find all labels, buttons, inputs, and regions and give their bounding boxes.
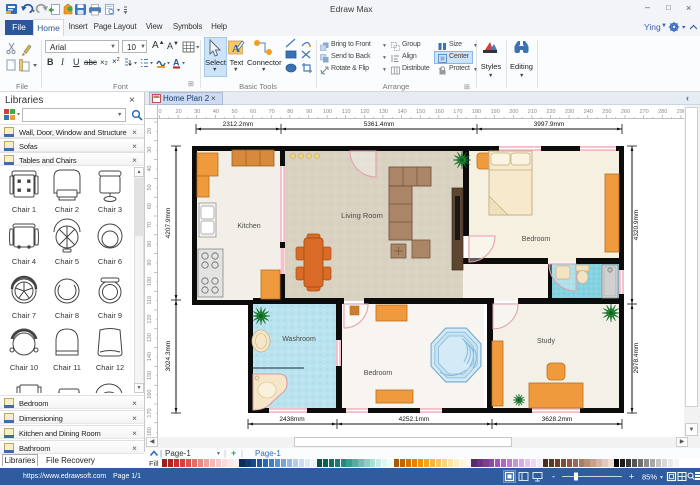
svg-text:0: 0: [158, 109, 161, 115]
svg-text:180: 180: [472, 109, 481, 115]
svg-text:110: 110: [342, 109, 351, 115]
svg-text:250: 250: [602, 109, 611, 115]
svg-text:70: 70: [147, 222, 153, 228]
svg-text:Kitchen: Kitchen: [237, 223, 260, 230]
svg-text:140: 140: [147, 352, 153, 361]
svg-text:240: 240: [584, 109, 593, 115]
svg-text:60: 60: [147, 203, 153, 209]
svg-text:230: 230: [565, 109, 574, 115]
svg-text:50: 50: [231, 109, 237, 115]
svg-text:2438mm: 2438mm: [279, 416, 304, 423]
svg-text:Chair 7: Chair 7: [12, 311, 36, 320]
svg-text:4252.1mm: 4252.1mm: [399, 416, 430, 423]
svg-text:80: 80: [287, 109, 293, 115]
svg-text:3628.2mm: 3628.2mm: [542, 416, 573, 423]
svg-text:Chair 9: Chair 9: [98, 311, 122, 320]
svg-text:Study: Study: [537, 338, 555, 345]
svg-text:100: 100: [147, 277, 153, 286]
svg-text:90: 90: [147, 260, 153, 266]
svg-text:85%: 85%: [642, 473, 657, 482]
svg-text:150: 150: [147, 371, 153, 380]
svg-text:4320.9mm: 4320.9mm: [633, 210, 640, 241]
svg-text:Washroom: Washroom: [282, 336, 316, 343]
svg-text:130: 130: [379, 109, 388, 115]
svg-text:20: 20: [147, 128, 153, 134]
svg-text:Chair 8: Chair 8: [55, 311, 79, 320]
svg-text:Chair 1: Chair 1: [12, 205, 36, 214]
svg-text:Bedroom: Bedroom: [522, 236, 551, 243]
svg-text:70: 70: [269, 109, 275, 115]
svg-text:2978.4mm: 2978.4mm: [633, 343, 640, 374]
svg-text:Chair 2: Chair 2: [55, 205, 79, 214]
svg-text:220: 220: [546, 109, 555, 115]
svg-text:120: 120: [147, 314, 153, 323]
svg-text:210: 210: [528, 109, 537, 115]
svg-text:150: 150: [416, 109, 425, 115]
svg-text:80: 80: [147, 241, 153, 247]
svg-text:Living Room: Living Room: [341, 211, 383, 220]
svg-text:30: 30: [147, 147, 153, 153]
svg-text:Bedroom: Bedroom: [364, 370, 393, 377]
svg-text:280: 280: [658, 109, 667, 115]
svg-text:50: 50: [147, 184, 153, 190]
svg-text:20: 20: [176, 109, 182, 115]
svg-text:260: 260: [621, 109, 630, 115]
svg-text:Chair 4: Chair 4: [12, 257, 36, 266]
svg-text:120: 120: [360, 109, 369, 115]
svg-text:Chair 11: Chair 11: [53, 363, 81, 372]
svg-text:270: 270: [640, 109, 649, 115]
svg-text:140: 140: [398, 109, 407, 115]
svg-text:40: 40: [213, 109, 219, 115]
svg-text:160: 160: [435, 109, 444, 115]
svg-text:30: 30: [194, 109, 200, 115]
svg-text:160: 160: [147, 390, 153, 399]
svg-text:90: 90: [306, 109, 312, 115]
svg-text:60: 60: [250, 109, 256, 115]
svg-text:Chair 12: Chair 12: [96, 363, 124, 372]
svg-text:130: 130: [147, 333, 153, 342]
svg-text:▾: ▾: [660, 475, 663, 481]
svg-text:Chair 10: Chair 10: [10, 363, 38, 372]
svg-text:190: 190: [491, 109, 500, 115]
svg-text:110: 110: [147, 296, 153, 305]
svg-text:+: +: [629, 472, 634, 482]
svg-text:4207.9mm: 4207.9mm: [165, 208, 172, 239]
svg-text:Chair 3: Chair 3: [98, 205, 122, 214]
svg-text:Chair 6: Chair 6: [98, 257, 122, 266]
svg-text:-: -: [552, 472, 555, 482]
svg-text:2312.2mm: 2312.2mm: [223, 121, 254, 128]
svg-text:170: 170: [453, 109, 462, 115]
svg-text:40: 40: [147, 166, 153, 172]
svg-text:Chair 5: Chair 5: [55, 257, 79, 266]
svg-text:290: 290: [677, 109, 684, 115]
svg-text:A: A: [173, 58, 180, 68]
svg-text:170: 170: [147, 408, 153, 417]
svg-text:180: 180: [147, 427, 153, 436]
svg-text:5361.4mm: 5361.4mm: [364, 121, 395, 128]
svg-text:3997.9mm: 3997.9mm: [534, 121, 565, 128]
svg-text:100: 100: [323, 109, 332, 115]
svg-text:200: 200: [509, 109, 518, 115]
svg-text:3024.3mm: 3024.3mm: [165, 341, 172, 372]
